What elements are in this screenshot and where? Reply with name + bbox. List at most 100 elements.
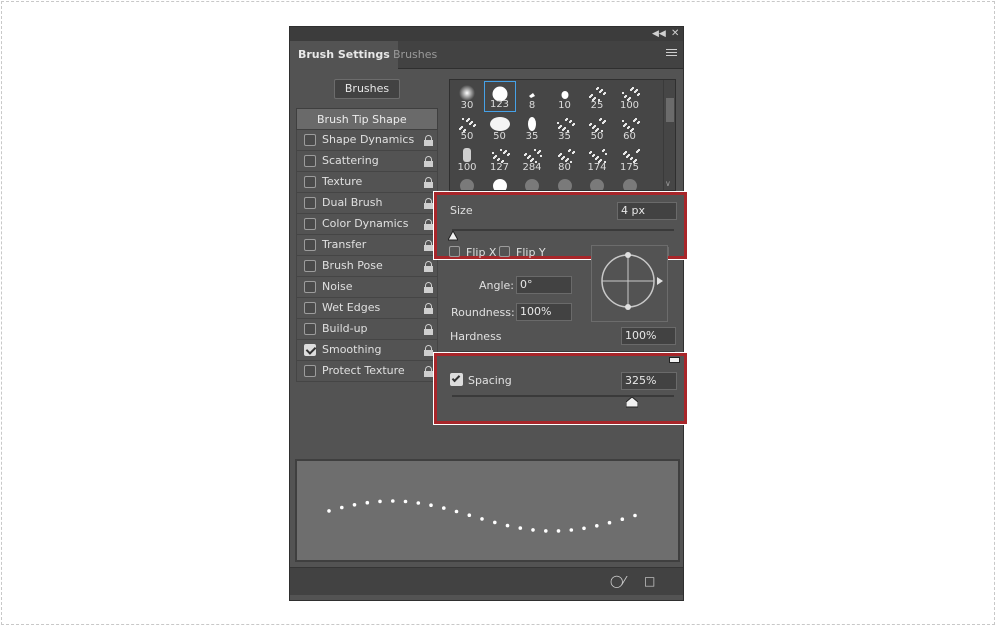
lock-icon[interactable]: [424, 198, 434, 209]
collapse-icon[interactable]: ◀◀: [652, 27, 666, 41]
brush-size-label: 25: [590, 100, 604, 111]
option-build-up[interactable]: Build-up: [296, 319, 438, 340]
option-noise[interactable]: Noise: [296, 277, 438, 298]
hardness-input[interactable]: 100%: [621, 327, 676, 345]
flip-x-checkbox[interactable]: [449, 246, 460, 257]
brush-tip-thumb[interactable]: 100: [614, 81, 646, 112]
flip-y-checkbox[interactable]: [499, 246, 510, 257]
option-checkbox[interactable]: [304, 281, 316, 293]
angle-input[interactable]: 0°: [516, 276, 572, 294]
option-smoothing[interactable]: Smoothing: [296, 340, 438, 361]
grid-scrollbar[interactable]: ∨: [663, 80, 675, 190]
lock-icon[interactable]: [424, 324, 434, 335]
option-label: Wet Edges: [322, 301, 381, 314]
size-slider-track[interactable]: [452, 229, 674, 231]
tab-brush-settings[interactable]: Brush Settings: [290, 41, 398, 70]
lock-icon[interactable]: [424, 345, 434, 356]
hardness-slider-handle[interactable]: [669, 355, 680, 365]
brush-tip-thumb[interactable]: 60: [614, 112, 646, 143]
brush-size-label: 50: [590, 131, 604, 142]
lock-icon[interactable]: [424, 282, 434, 293]
panel-bottom-bar: ◯⁄ □: [290, 567, 683, 595]
brush-tip-thumb[interactable]: [614, 174, 646, 190]
lock-icon[interactable]: [424, 219, 434, 230]
size-input[interactable]: 4 px: [617, 202, 677, 220]
roundness-input[interactable]: 100%: [516, 303, 572, 321]
chevron-down-icon[interactable]: ∨: [665, 179, 671, 188]
spacing-checkbox[interactable]: [450, 373, 463, 386]
brush-tip-thumb[interactable]: 8: [516, 81, 548, 112]
lock-icon[interactable]: [424, 135, 434, 146]
spacing-slider-handle[interactable]: [625, 397, 638, 408]
size-label: Size: [450, 204, 473, 217]
option-checkbox[interactable]: [304, 218, 316, 230]
lock-icon[interactable]: [424, 261, 434, 272]
brush-tip-thumb[interactable]: [516, 174, 548, 190]
option-label: Dual Brush: [322, 196, 383, 209]
option-label: Texture: [322, 175, 363, 188]
grid-scroll-thumb[interactable]: [666, 98, 674, 122]
brush-tip-shape-item[interactable]: Brush Tip Shape: [296, 108, 438, 130]
option-checkbox[interactable]: [304, 323, 316, 335]
brush-options-list: Brush Tip Shape Shape Dynamics Scattering…: [296, 108, 438, 382]
lock-icon[interactable]: [424, 177, 434, 188]
option-checkbox[interactable]: [304, 344, 316, 356]
brush-tip-thumb[interactable]: [549, 174, 581, 190]
size-slider-handle[interactable]: [448, 231, 458, 241]
spacing-input[interactable]: 325%: [621, 372, 677, 390]
brush-tip-thumb[interactable]: 80: [549, 143, 581, 174]
option-dual-brush[interactable]: Dual Brush: [296, 193, 438, 214]
option-texture[interactable]: Texture: [296, 172, 438, 193]
option-brush-pose[interactable]: Brush Pose: [296, 256, 438, 277]
angle-roundness-widget[interactable]: [591, 245, 668, 322]
brush-tip-thumb[interactable]: 100: [451, 143, 483, 174]
lock-icon[interactable]: [424, 156, 434, 167]
brush-tip-thumb[interactable]: 174: [581, 143, 613, 174]
option-scattering[interactable]: Scattering: [296, 151, 438, 172]
option-color-dynamics[interactable]: Color Dynamics: [296, 214, 438, 235]
brush-size-label: 175: [619, 162, 640, 173]
spacing-slider-track[interactable]: [452, 395, 674, 397]
option-wet-edges[interactable]: Wet Edges: [296, 298, 438, 319]
close-icon[interactable]: ✕: [671, 27, 679, 41]
lock-icon[interactable]: [424, 240, 434, 251]
brush-tip-thumb[interactable]: 284: [516, 143, 548, 174]
option-checkbox[interactable]: [304, 365, 316, 377]
hardness-label: Hardness: [450, 330, 502, 343]
tab-brushes[interactable]: Brushes: [385, 41, 445, 69]
brush-tip-thumb[interactable]: [581, 174, 613, 190]
option-transfer[interactable]: Transfer: [296, 235, 438, 256]
brush-tip-thumb[interactable]: 30: [451, 81, 483, 112]
brush-tip-thumb[interactable]: 25: [581, 81, 613, 112]
brush-tip-thumb[interactable]: 127: [484, 143, 516, 174]
brush-tip-thumb[interactable]: 35: [549, 112, 581, 143]
create-new-brush-icon[interactable]: □: [644, 574, 655, 588]
option-checkbox[interactable]: [304, 134, 316, 146]
option-protect-texture[interactable]: Protect Texture: [296, 361, 438, 382]
option-shape-dynamics[interactable]: Shape Dynamics: [296, 130, 438, 151]
panel-menu-icon[interactable]: [666, 49, 677, 58]
option-checkbox[interactable]: [304, 176, 316, 188]
angle-dial-icon[interactable]: [592, 246, 669, 323]
brush-tip-thumb[interactable]: [451, 174, 483, 190]
flip-y-label: Flip Y: [516, 246, 546, 259]
brushes-button[interactable]: Brushes: [334, 79, 400, 99]
toggle-live-tip-icon[interactable]: ◯⁄: [610, 574, 625, 588]
lock-icon[interactable]: [424, 366, 434, 377]
brush-tip-thumb[interactable]: 123: [483, 81, 516, 112]
option-checkbox[interactable]: [304, 239, 316, 251]
brush-tip-thumb[interactable]: 175: [614, 143, 646, 174]
lock-icon[interactable]: [424, 303, 434, 314]
option-checkbox[interactable]: [304, 155, 316, 167]
brush-tip-thumb[interactable]: [484, 174, 516, 190]
option-checkbox[interactable]: [304, 197, 316, 209]
option-checkbox[interactable]: [304, 302, 316, 314]
stroke-preview-dots: [327, 499, 637, 533]
brush-tip-thumb[interactable]: 35: [516, 112, 548, 143]
option-checkbox[interactable]: [304, 260, 316, 272]
brush-tip-thumb[interactable]: 50: [484, 112, 516, 143]
option-label: Shape Dynamics: [322, 133, 415, 146]
brush-tip-thumb[interactable]: 50: [581, 112, 613, 143]
brush-tip-thumb[interactable]: 50: [451, 112, 483, 143]
brush-tip-thumb[interactable]: 10: [549, 81, 581, 112]
